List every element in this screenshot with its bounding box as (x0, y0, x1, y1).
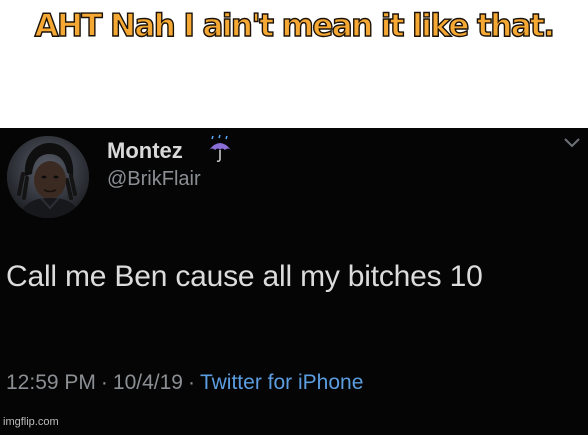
meta-separator: · (100, 371, 108, 394)
chevron-down-icon[interactable] (562, 136, 582, 150)
umbrella-rain-icon (209, 134, 231, 163)
tweet-meta: 12:59 PM · 10/4/19 · Twitter for iPhone (6, 371, 363, 395)
user-handle[interactable]: @BrikFlair (107, 168, 201, 191)
display-name[interactable]: Montez (107, 138, 183, 164)
meme-caption: AHT Nah I ain't mean it like that. (34, 7, 556, 44)
avatar[interactable] (7, 136, 89, 218)
meme-page: AHT Nah I ain't mean it like that. Monte… (0, 0, 588, 435)
tweet-time: 12:59 PM (6, 371, 96, 394)
tweet-date: 10/4/19 (112, 371, 183, 394)
avatar-photo (7, 136, 89, 218)
tweet-source-link[interactable]: Twitter for iPhone (200, 371, 363, 394)
tweet-text: Call me Ben cause all my bitches 10 (6, 260, 483, 293)
watermark: imgflip.com (3, 416, 59, 428)
meta-separator: · (187, 371, 195, 394)
tweet-card: Montez @BrikFlair Call me Ben cause all … (0, 128, 588, 435)
